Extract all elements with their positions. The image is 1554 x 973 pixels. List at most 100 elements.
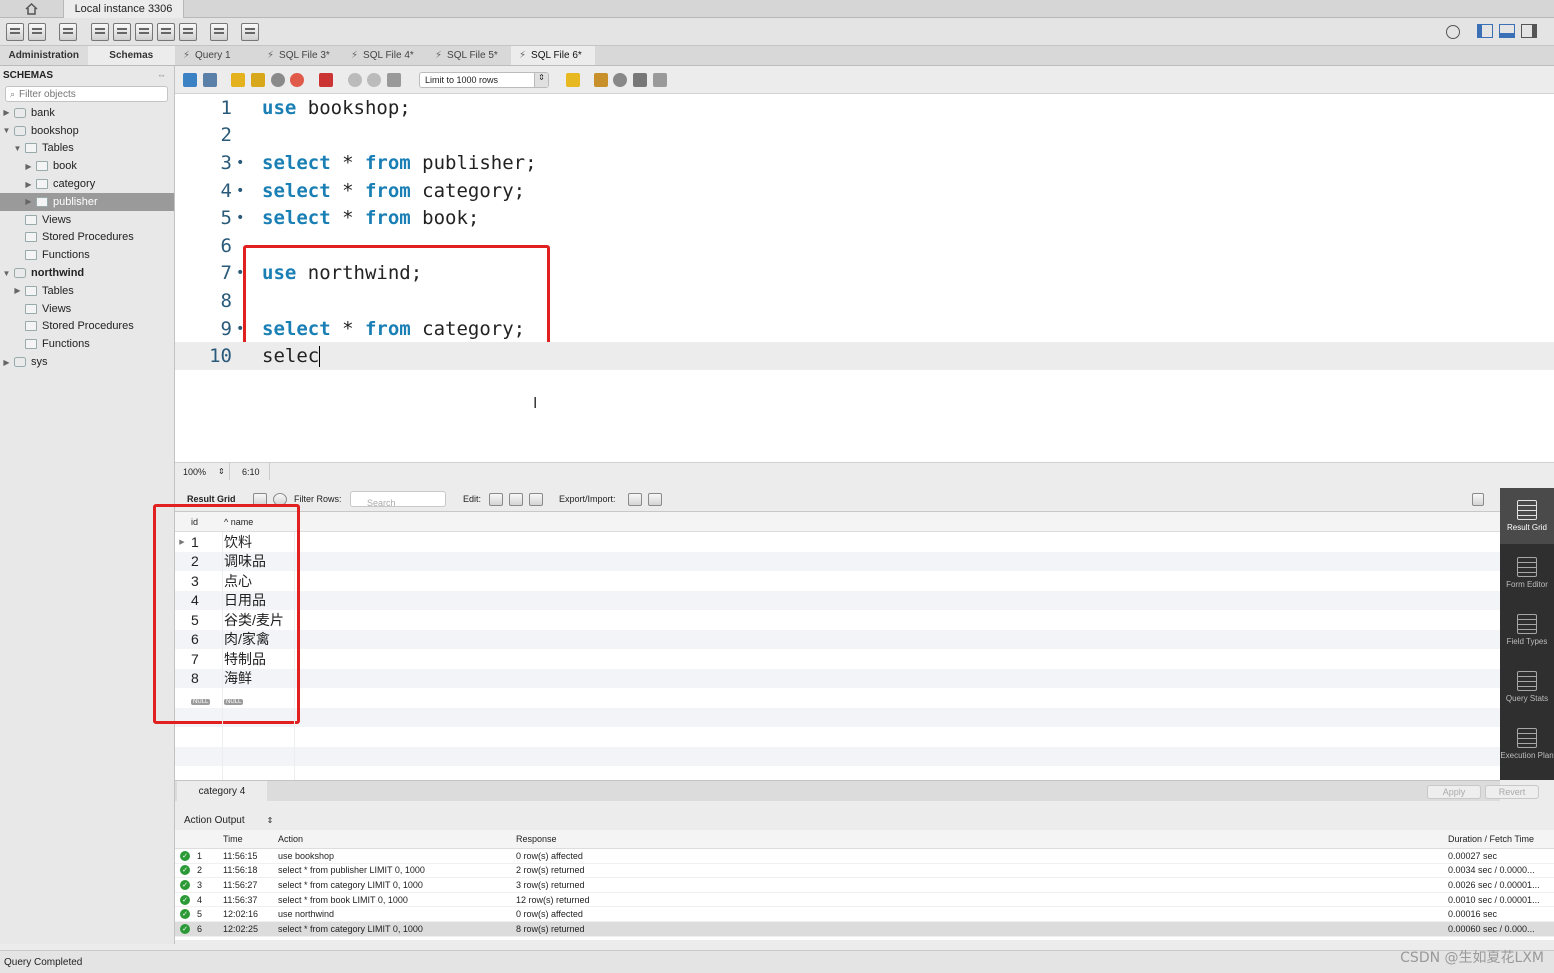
output-col-response[interactable]: Response [516,834,1448,844]
toggle-error-continue-icon[interactable] [319,73,333,87]
code-line[interactable]: 6 [175,232,1554,260]
tree-item-publisher[interactable]: ▶ publisher [0,192,174,211]
code-line[interactable]: 9 • select * from category; [175,315,1554,343]
save-file-icon[interactable] [203,73,217,87]
cell-id[interactable]: 1 [189,534,222,550]
cell-id[interactable]: 5 [189,612,222,628]
tree-item-views[interactable]: Views [0,211,174,229]
output-row[interactable]: ✓ 1 11:56:15 use bookshop 0 row(s) affected 0… [175,849,1554,864]
code-line[interactable]: 1 use bookshop; [175,94,1554,122]
toggle-secondary-sidebar-icon[interactable] [1521,24,1537,38]
filter-objects-field[interactable]: ⌕ [5,86,168,102]
table-row[interactable]: 2 调味品 [175,551,1500,571]
connection-tab[interactable]: Local instance 3306 [64,0,184,18]
open-file-icon[interactable] [183,73,197,87]
output-col-time[interactable]: Time [223,834,278,844]
output-row[interactable]: ✓ 6 12:02:25 select * from category LIMIT 0… [175,921,1554,937]
disclosure-open-icon[interactable]: ▼ [2,269,11,278]
delete-row-icon[interactable] [529,493,543,506]
wrap-lines-icon[interactable] [653,73,667,87]
add-snippet-icon[interactable] [566,73,580,87]
stop-icon[interactable] [290,73,304,87]
table-row[interactable]: 5 谷类/麦片 [175,610,1500,630]
tree-item-bookshop[interactable]: ▼ bookshop [0,122,174,140]
tree-item-stored-procedures[interactable]: Stored Procedures [0,229,174,247]
side-panel-field-types[interactable]: Field Types [1500,602,1554,658]
cell-name[interactable]: 调味品 [222,551,294,571]
cell-name[interactable]: 饮料 [222,532,294,552]
output-row[interactable]: ✓ 2 11:56:18 select * from publisher LIMIT … [175,864,1554,879]
tree-item-tables[interactable]: ▼ Tables [0,140,174,158]
apply-button[interactable]: Apply [1427,785,1481,799]
beautify-icon[interactable] [594,73,608,87]
query-tab[interactable]: ⚡ SQL File 5* [427,46,511,65]
create-schema-icon[interactable] [91,23,109,41]
new-sql-tab-icon[interactable] [6,23,24,41]
create-view-icon[interactable] [135,23,153,41]
filter-objects-input[interactable] [19,88,160,100]
side-panel-result-grid[interactable]: Result Grid [1500,488,1554,544]
query-tab[interactable]: ⚡ SQL File 4* [343,46,427,65]
output-row[interactable]: ✓ 4 11:56:37 select * from book LIMIT 0, 10… [175,893,1554,908]
tree-item-bank[interactable]: ▶ bank [0,104,174,122]
create-procedure-icon[interactable] [157,23,175,41]
sql-editor[interactable]: I 1 use bookshop; 2 3 • select * from publish… [175,94,1554,462]
settings-gear-icon[interactable] [1446,25,1460,39]
output-row[interactable]: ✓ 5 12:02:16 use northwind 0 row(s) affected… [175,907,1554,922]
cell-id[interactable]: 4 [189,592,222,608]
output-selector[interactable]: Action Output [184,815,245,826]
search-table-data-icon[interactable] [210,23,228,41]
grid-view-icon[interactable] [253,493,267,506]
tree-item-tables[interactable]: ▶ Tables [0,282,174,300]
cell-id[interactable]: 2 [189,553,222,569]
column-header-name[interactable]: ^ name [222,517,294,527]
query-tab[interactable]: ⚡ Query 1 [175,46,259,65]
table-row[interactable]: 4 日用品 [175,590,1500,610]
column-header-id[interactable]: id [189,517,222,527]
code-line[interactable]: 10 selec [175,342,1554,370]
side-panel-query-stats[interactable]: Query Stats [1500,659,1554,715]
result-tab-category[interactable]: category 4 [177,781,267,802]
chevron-updown-icon[interactable]: ⇕ [267,816,274,825]
cell-name[interactable]: 海鲜 [222,668,294,688]
insert-row-icon[interactable] [509,493,523,506]
side-panel-execution-plan[interactable]: Execution Plan [1500,716,1554,772]
side-panel-form-editor[interactable]: Form Editor [1500,545,1554,601]
table-row-new[interactable]: NULL NULL [175,688,1500,708]
cell-name[interactable]: 肉/家禽 [222,629,294,649]
disclosure-closed-icon[interactable]: ▶ [13,286,22,295]
commit-icon[interactable] [348,73,362,87]
disclosure-open-icon[interactable]: ▼ [13,144,22,153]
disclosure-closed-icon[interactable]: ▶ [24,197,33,206]
home-tab[interactable] [0,0,64,18]
cell-name[interactable]: 点心 [222,571,294,591]
create-function-icon[interactable] [179,23,197,41]
tab-schemas[interactable]: Schemas [87,46,175,65]
execute-current-statement-icon[interactable] [251,73,265,87]
code-line[interactable]: 2 [175,122,1554,150]
disclosure-closed-icon[interactable]: ▶ [24,180,33,189]
autocommit-icon[interactable] [387,73,401,87]
disclosure-closed-icon[interactable]: ▶ [24,162,33,171]
output-row[interactable]: ✓ 3 11:56:27 select * from category LIMIT 0… [175,878,1554,893]
open-sql-script-icon[interactable] [28,23,46,41]
tree-item-views[interactable]: Views [0,300,174,318]
cell-name-null[interactable]: NULL [222,690,294,706]
tree-item-northwind[interactable]: ▼ northwind [0,264,174,282]
query-tab[interactable]: ⚡ SQL File 3* [259,46,343,65]
table-row[interactable]: 7 特制品 [175,649,1500,669]
disclosure-closed-icon[interactable]: ▶ [2,358,11,367]
toggle-output-icon[interactable] [1499,24,1515,38]
code-line[interactable]: 3 • select * from publisher; [175,149,1554,177]
output-col-duration[interactable]: Duration / Fetch Time [1448,834,1554,844]
tree-item-stored-procedures[interactable]: Stored Procedures [0,318,174,336]
tab-administration[interactable]: Administration [0,46,88,65]
result-grid[interactable]: id ^ name ▶ 1 饮料 2 调味品 3 点心 4 日用品 5 谷类/麦片 6 肉/家禽 7 特制品… [153,504,1500,780]
cell-id[interactable]: 6 [189,631,222,647]
revert-button[interactable]: Revert [1485,785,1539,799]
tree-item-book[interactable]: ▶ book [0,157,174,175]
query-tab[interactable]: ⚡ SQL File 6* [511,46,595,65]
rollback-icon[interactable] [367,73,381,87]
create-table-icon[interactable] [113,23,131,41]
table-row[interactable]: 8 海鲜 [175,668,1500,688]
